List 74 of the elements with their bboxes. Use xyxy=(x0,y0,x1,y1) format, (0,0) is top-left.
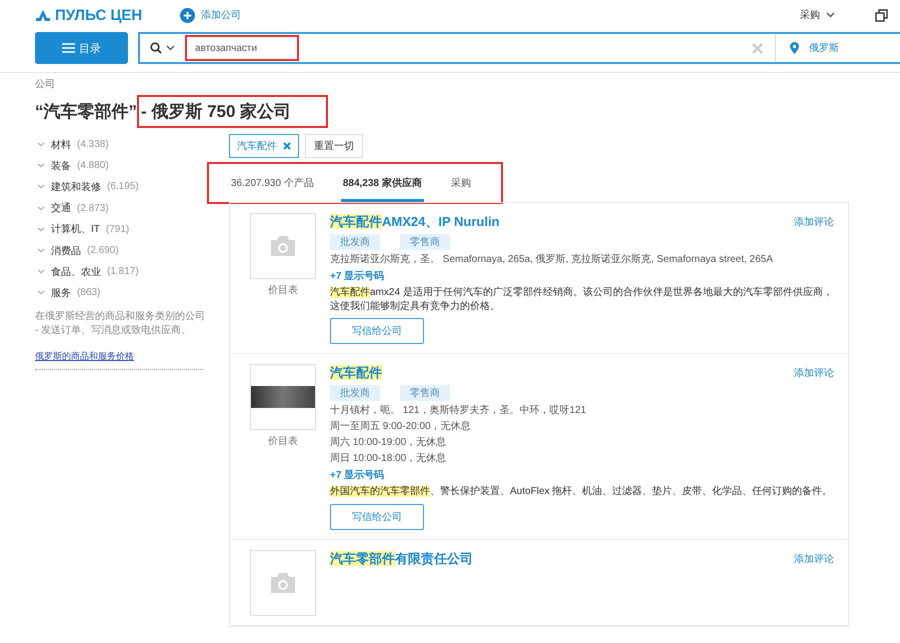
category-count: (1.817) xyxy=(107,266,139,278)
add-review-link[interactable]: 添加评论 xyxy=(794,215,834,229)
category-count: (4.880) xyxy=(77,160,109,172)
category-link[interactable]: 消费品 xyxy=(51,244,81,258)
company-description: 汽车配件amx24 是适用于任何汽车的广泛零部件经销商。该公司的合作伙伴是世界各地最大的汽车零部件供应商，这使我们能够制定具有竞争力的价格。 xyxy=(330,286,834,313)
category-link[interactable]: 交通 xyxy=(51,201,71,216)
write-button[interactable]: 写信给公司 xyxy=(330,504,424,530)
company-detail: 十月镇村，呃。 121，奥斯特罗夫齐，圣。中环，哎呀121 xyxy=(330,404,586,417)
category-link[interactable]: 服务 xyxy=(51,286,71,300)
page-title: “汽车零部件” xyxy=(35,101,137,123)
chevron-icon xyxy=(37,206,45,211)
company-description: 外国汽车的汽车零部件、警长保护装置、AutoFlex 拖杆、机油、过滤器、垫片、皮带、化学品、任何订购的备件。 xyxy=(330,485,832,498)
sidebar-note: 在俄罗斯经营的商品和服务类别的公司 - 发送订单、写消息或致电供应商。 xyxy=(35,310,205,338)
company-detail: 周一至周五 9:00-20:00，无休息 xyxy=(330,420,471,433)
company-tag: 批发商 xyxy=(330,385,380,401)
company-detail: 周日 10:00-18:00，无休息 xyxy=(330,452,446,465)
company-detail: 克拉斯诺亚尔斯克，圣。 Semafornaya, 265a, 俄罗斯, 克拉斯诺亚尔斯克, Semafornaya street, 265A xyxy=(330,253,773,266)
tab[interactable]: 884,238 家供应商 xyxy=(340,172,424,202)
tab[interactable]: 36.207.930 个产品 xyxy=(229,172,316,202)
category-count: (2.690) xyxy=(87,245,119,256)
menu-icon xyxy=(62,43,75,53)
company-title[interactable]: 汽车配件AMX24、IP Nurulin xyxy=(330,213,500,231)
company-tag: 零售商 xyxy=(400,234,450,250)
chevron-icon xyxy=(37,269,45,274)
category-link[interactable]: 装备 xyxy=(51,158,71,173)
plus-icon xyxy=(180,8,195,22)
category-count: (863) xyxy=(77,287,100,298)
show-phone-link[interactable]: +7 显示号码 xyxy=(330,468,384,482)
company-title[interactable]: 汽车零部件有限责任公司 xyxy=(330,550,473,568)
add-review-link[interactable]: 添加评论 xyxy=(794,552,834,566)
search-field[interactable]: автозапчасти xyxy=(185,35,299,61)
company-tag: 批发商 xyxy=(330,234,380,250)
image-caption: 价目表 xyxy=(268,284,298,297)
camera-icon xyxy=(269,235,297,257)
show-phone-link[interactable]: +7 显示号码 xyxy=(330,269,384,283)
logo-text: ПУЛЬС ЦЕН xyxy=(55,6,142,24)
category-count: (791) xyxy=(106,224,130,235)
prices-link[interactable]: 俄罗斯的商品和服务价格 xyxy=(35,350,205,362)
category-count: (2.873) xyxy=(77,202,109,214)
category-link[interactable]: 食品、农业 xyxy=(51,264,101,279)
company-detail: 周六 10:00-19:00，无休息 xyxy=(330,436,446,449)
image-caption: 价目表 xyxy=(268,434,298,448)
category-link[interactable]: 材料 xyxy=(51,138,71,152)
reset-button[interactable]: 重置一切 xyxy=(305,134,363,158)
logo-icon xyxy=(35,8,51,22)
camera-icon xyxy=(269,572,297,594)
chevron-icon xyxy=(37,290,45,296)
filter-chip[interactable]: 汽车配件 xyxy=(229,134,299,158)
chevron-icon xyxy=(37,226,45,232)
chevron-icon xyxy=(37,248,45,254)
remove-icon xyxy=(283,142,291,150)
catalog-button[interactable]: 目录 xyxy=(35,32,128,64)
chevron-icon xyxy=(37,184,45,190)
write-button[interactable]: 写信给公司 xyxy=(330,318,424,344)
chevron-icon xyxy=(37,163,45,168)
chevron-icon xyxy=(37,142,45,148)
location-pin-icon xyxy=(790,42,799,54)
chevron-icon xyxy=(826,12,835,18)
tab[interactable]: 采购 xyxy=(448,172,473,202)
category-count: (6.195) xyxy=(107,181,139,192)
add-company-link[interactable]: 添加公司 xyxy=(201,8,241,22)
photo-placeholder xyxy=(250,364,316,430)
breadcrumb: 公司 xyxy=(35,79,55,90)
windows-icon[interactable] xyxy=(875,8,888,22)
search-icon xyxy=(150,42,162,54)
company-tag: 零售商 xyxy=(400,385,450,401)
result-count: - 俄罗斯 750 家公司 xyxy=(137,95,328,128)
category-link[interactable]: 计算机、IT xyxy=(51,222,100,236)
chevron-icon xyxy=(166,45,175,51)
add-review-link[interactable]: 添加评论 xyxy=(794,366,834,380)
category-link[interactable]: 建筑和装修 xyxy=(51,180,101,194)
category-count: (4.338) xyxy=(77,139,109,150)
purchase-menu[interactable]: 采购 xyxy=(800,8,835,22)
region-link[interactable]: 俄罗斯 xyxy=(809,41,839,55)
